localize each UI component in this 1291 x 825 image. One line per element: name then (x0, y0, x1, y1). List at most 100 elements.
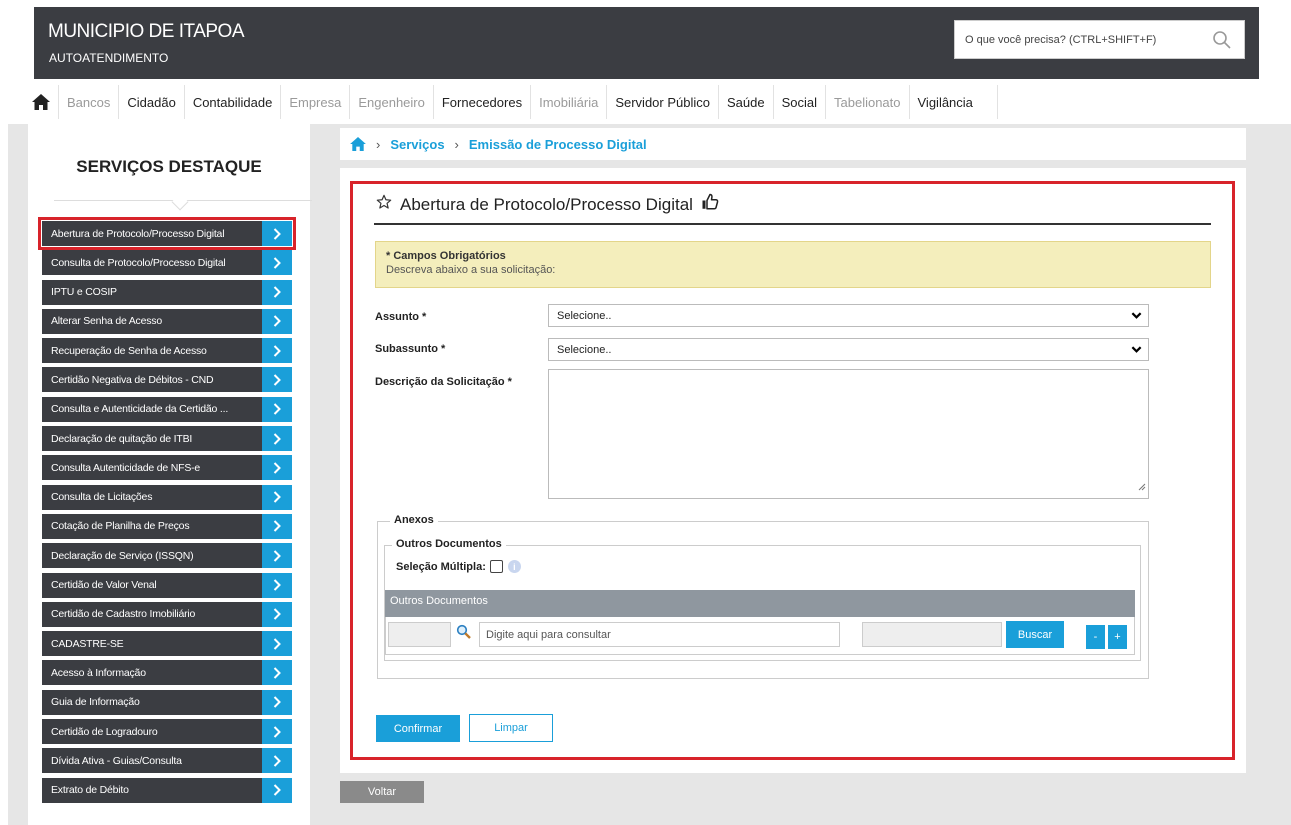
search-input[interactable] (955, 21, 1205, 58)
document-code-input[interactable] (388, 622, 451, 647)
home-icon[interactable] (350, 137, 366, 151)
nav-item-social[interactable]: Social (774, 85, 826, 119)
chevron-right-icon[interactable] (262, 484, 292, 510)
chevron-right-icon[interactable] (262, 601, 292, 627)
nav-item-empresa: Empresa (281, 85, 351, 119)
sidebar-item-label: Certidão Negativa de Débitos - CND (51, 373, 214, 386)
chevron-right-icon[interactable] (262, 396, 292, 422)
nav-item-servidor-publico[interactable]: Servidor Público (607, 85, 719, 119)
sidebar-item[interactable]: Extrato de Débito (42, 777, 292, 803)
sidebar-item-label: Recuperação de Senha de Acesso (51, 344, 207, 357)
descricao-label: Descrição da Solicitação * (375, 376, 512, 388)
assunto-value: Selecione.. (557, 309, 612, 322)
nav-item-fornecedores[interactable]: Fornecedores (434, 85, 532, 119)
sidebar-item[interactable]: Recuperação de Senha de Acesso (42, 338, 292, 364)
sidebar-item-label: Declaração de quitação de ITBI (51, 432, 193, 445)
chevron-right-icon[interactable] (262, 572, 292, 598)
resize-handle-icon[interactable] (1138, 478, 1146, 496)
breadcrumb-servicos[interactable]: Serviços (390, 137, 444, 152)
document-extra-input[interactable] (862, 622, 1002, 647)
nav-item-saude[interactable]: Saúde (719, 85, 774, 119)
nav-item-cidadao[interactable]: Cidadão (119, 85, 185, 119)
featured-services-sidebar: SERVIÇOS DESTAQUE Abertura de Protocolo/… (28, 124, 312, 825)
title-divider (374, 223, 1211, 225)
nav-item-contabilidade[interactable]: Contabilidade (185, 85, 282, 119)
document-consult-input[interactable]: Digite aqui para consultar (479, 622, 840, 647)
form-title: Abertura de Protocolo/Processo Digital (376, 193, 719, 216)
info-icon[interactable]: i (507, 560, 521, 573)
site-header: MUNICIPIO DE ITAPOA AUTOATENDIMENTO (34, 7, 1259, 79)
chevron-right-icon[interactable] (262, 367, 292, 393)
sidebar-item[interactable]: Consulta de Licitações (42, 484, 292, 510)
thumbs-up-icon[interactable] (701, 193, 719, 216)
clear-button[interactable]: Limpar (469, 714, 553, 742)
sidebar-notch (171, 193, 189, 211)
star-icon[interactable] (376, 194, 392, 215)
chevron-right-icon[interactable] (262, 748, 292, 774)
chevron-right-icon[interactable] (262, 660, 292, 686)
search-icon[interactable] (1212, 30, 1232, 50)
sidebar-item[interactable]: Acesso à Informação (42, 660, 292, 686)
sidebar-item[interactable]: Certidão de Valor Venal (42, 572, 292, 598)
sidebar-item[interactable]: Consulta Autenticidade de NFS-e (42, 455, 292, 481)
sidebar-item[interactable]: IPTU e COSIP (42, 279, 292, 305)
chevron-right-icon[interactable] (262, 338, 292, 364)
chevron-right-icon[interactable] (262, 308, 292, 334)
sidebar-item[interactable]: Declaração de quitação de ITBI (42, 426, 292, 452)
site-subtitle: AUTOATENDIMENTO (49, 51, 169, 65)
search-box (954, 20, 1245, 59)
sidebar-item[interactable]: Consulta de Protocolo/Processo Digital (42, 250, 292, 276)
chevron-down-icon (1131, 310, 1142, 324)
descricao-textarea[interactable] (548, 369, 1149, 499)
sidebar-item[interactable]: Abertura de Protocolo/Processo Digital (38, 217, 296, 250)
page: MUNICIPIO DE ITAPOA AUTOATENDIMENTO Banc… (0, 0, 1291, 825)
sidebar-item[interactable]: Certidão Negativa de Débitos - CND (42, 367, 292, 393)
sidebar-item[interactable]: Consulta e Autenticidade da Certidão ... (42, 396, 292, 422)
chevron-right-icon[interactable] (262, 513, 292, 539)
chevron-right-icon[interactable] (262, 426, 292, 452)
sidebar-item[interactable]: Certidão de Logradouro (42, 719, 292, 745)
breadcrumb-current[interactable]: Emissão de Processo Digital (469, 137, 647, 152)
remove-row-button[interactable]: - (1086, 625, 1105, 649)
chevron-right-icon[interactable] (262, 221, 292, 246)
sidebar-item[interactable]: Certidão de Cadastro Imobiliário (42, 601, 292, 627)
add-row-button[interactable]: + (1108, 625, 1127, 649)
sidebar-item[interactable]: Dívida Ativa - Guias/Consulta (42, 748, 292, 774)
chevron-right-icon[interactable] (262, 689, 292, 715)
subassunto-select[interactable]: Selecione.. (548, 338, 1149, 361)
back-button[interactable]: Voltar (340, 781, 424, 803)
magnifier-icon[interactable] (456, 624, 472, 645)
chevron-right-icon[interactable] (262, 279, 292, 305)
chevron-right-icon[interactable] (262, 631, 292, 657)
assunto-select[interactable]: Selecione.. (548, 304, 1149, 327)
sidebar-item-label: IPTU e COSIP (51, 286, 117, 299)
chevron-right-icon: › (376, 136, 381, 152)
chevron-right-icon[interactable] (262, 455, 292, 481)
chevron-right-icon[interactable] (262, 250, 292, 276)
sidebar-item-label: Alterar Senha de Acesso (51, 315, 162, 328)
sidebar-item-label: Cotação de Planilha de Preços (51, 520, 190, 533)
sidebar-item-label: Certidão de Valor Venal (51, 579, 157, 592)
sidebar-item[interactable]: Alterar Senha de Acesso (42, 308, 292, 334)
sidebar-item[interactable]: CADASTRE-SE (42, 631, 292, 657)
chevron-right-icon[interactable] (262, 543, 292, 569)
sidebar-item-label: Consulta Autenticidade de NFS-e (51, 461, 201, 474)
chevron-right-icon[interactable] (262, 719, 292, 745)
chevron-right-icon: › (454, 136, 459, 152)
anexos-legend: Anexos (390, 514, 438, 526)
sidebar-item-label: Extrato de Débito (51, 784, 129, 797)
site-title[interactable]: MUNICIPIO DE ITAPOA (48, 21, 245, 43)
home-icon[interactable] (24, 85, 58, 119)
sidebar-item[interactable]: Guia de Informação (42, 689, 292, 715)
sidebar-item[interactable]: Declaração de Serviço (ISSQN) (42, 543, 292, 569)
confirm-button[interactable]: Confirmar (376, 715, 460, 742)
multiple-selection-checkbox[interactable] (489, 560, 503, 573)
sidebar-title: SERVIÇOS DESTAQUE (76, 157, 262, 176)
sidebar-item[interactable]: Cotação de Planilha de Preços (42, 513, 292, 539)
sidebar-item-label: CADASTRE-SE (51, 637, 124, 650)
search-button[interactable]: Buscar (1006, 621, 1064, 648)
sidebar-item-label: Dívida Ativa - Guias/Consulta (51, 754, 182, 767)
nav-item-vigilancia[interactable]: Vigilância (910, 85, 998, 119)
documents-grid-header: Outros Documentos (385, 590, 1135, 617)
chevron-right-icon[interactable] (262, 777, 292, 803)
